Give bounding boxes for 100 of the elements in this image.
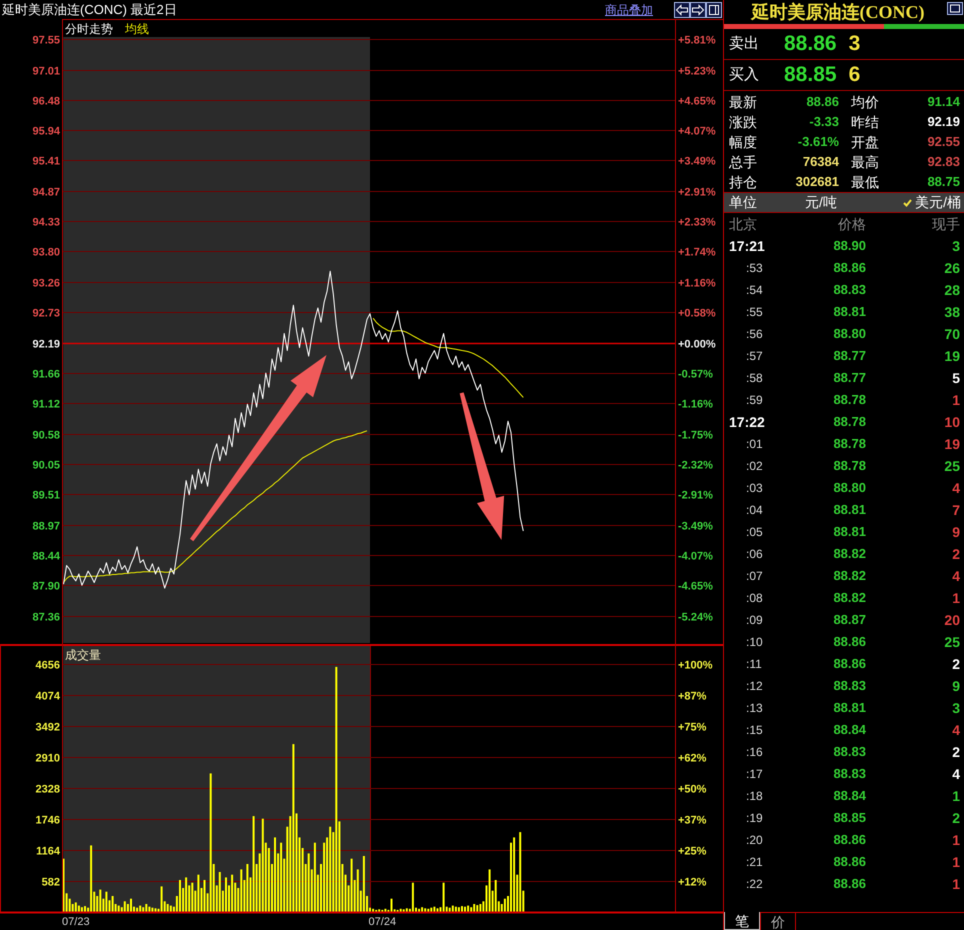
tick-price: 88.81	[832, 523, 866, 542]
maximize-icon[interactable]	[947, 2, 963, 15]
percent-axis-label: +1.74%	[678, 246, 716, 258]
overlay-link[interactable]: 商品叠加	[605, 4, 653, 16]
price-axis-label: 92.73	[32, 308, 60, 320]
volume-axis-label: 3492	[36, 722, 60, 734]
tick-price: 88.86	[832, 853, 866, 872]
tick-price: 88.86	[832, 259, 866, 278]
stat-value: 88.86	[805, 93, 839, 112]
price-axis-label: 90.05	[32, 460, 60, 472]
tick-volume: 28	[943, 280, 961, 300]
percent-axis-label: +75%	[678, 722, 706, 734]
tick-time: :54	[745, 282, 764, 299]
price-axis-label: 97.01	[32, 66, 60, 78]
tick-time: :01	[745, 436, 764, 453]
tick-price: 88.82	[832, 589, 866, 608]
tick-volume: 4	[951, 566, 961, 586]
tick-price: 88.86	[832, 655, 866, 674]
tick-time: :22	[745, 876, 764, 893]
tick-volume: 1	[951, 852, 961, 872]
price-axis-label: 95.41	[32, 156, 60, 168]
tick-price: 88.83	[832, 281, 866, 300]
tick-price: 88.78	[832, 413, 866, 432]
order-label: 买入	[728, 64, 760, 85]
percent-axis-label: +0.58%	[678, 308, 716, 320]
price-axis-label: 94.33	[32, 216, 60, 228]
tick-volume: 1	[951, 390, 961, 410]
tick-price: 88.77	[832, 347, 866, 366]
tick-time: :02	[745, 458, 764, 475]
tick-price: 88.81	[832, 303, 866, 322]
tick-time: :09	[745, 612, 764, 629]
percent-axis-label: -1.16%	[678, 398, 713, 410]
percent-axis-label: +5.23%	[678, 66, 716, 78]
percent-axis-label: -5.24%	[678, 612, 713, 624]
percent-axis-label: -2.32%	[678, 460, 713, 472]
tick-price: 88.84	[832, 721, 866, 740]
percent-axis-label: +0.00%	[678, 338, 716, 350]
stat-value: -3.33	[808, 113, 839, 132]
panel-tab[interactable]: 笔	[724, 912, 760, 930]
tick-volume: 19	[943, 434, 961, 454]
tick-price: 88.85	[832, 809, 866, 828]
tick-price: 88.78	[832, 457, 866, 476]
tick-time: :57	[745, 348, 764, 365]
unit-option[interactable]: 美元/桶	[903, 192, 964, 213]
right-arrow-icon[interactable]	[690, 2, 706, 18]
percent-axis-label: -1.75%	[678, 430, 713, 442]
price-axis-label: 87.90	[32, 580, 60, 592]
order-volume: 6	[848, 62, 860, 88]
percent-axis-label: +12%	[678, 876, 706, 888]
volume-axis-label: 4656	[36, 660, 60, 672]
tick-price: 88.86	[832, 875, 866, 894]
panel-layout-icon[interactable]	[706, 2, 722, 18]
stat-label: 最新	[729, 92, 758, 112]
stat-label: 幅度	[729, 132, 758, 152]
price-axis-label: 96.48	[32, 96, 60, 108]
stat-label: 开盘	[850, 132, 880, 152]
price-axis-label: 92.19	[32, 338, 60, 350]
percent-axis-label: -2.91%	[678, 490, 713, 502]
order-label: 卖出	[728, 34, 760, 54]
tick-volume: 70	[943, 324, 961, 344]
price-axis-label: 88.44	[32, 550, 60, 562]
tick-price: 88.84	[832, 787, 866, 806]
tick-price: 88.86	[832, 633, 866, 652]
tick-volume: 25	[943, 632, 961, 652]
tick-volume: 3	[951, 698, 961, 718]
order-price: 88.86	[784, 31, 837, 58]
price-axis-label: 94.87	[32, 186, 60, 198]
stat-value: 91.14	[926, 93, 961, 112]
stat-value: 92.83	[926, 153, 961, 172]
unit-option[interactable]: 元/吨	[786, 192, 856, 213]
price-axis-label: 90.58	[32, 430, 60, 442]
tick-volume: 7	[951, 500, 961, 520]
tick-time: :20	[745, 832, 764, 849]
tick-price: 88.81	[832, 699, 866, 718]
tick-time: :11	[745, 656, 763, 673]
price-axis-label: 97.55	[32, 34, 60, 46]
left-arrow-icon[interactable]	[674, 2, 690, 18]
price-axis-label: 93.26	[32, 278, 60, 290]
percent-axis-label: +5.81%	[678, 34, 716, 46]
percent-axis-label: +37%	[678, 814, 706, 826]
price-axis-label: 91.66	[32, 368, 60, 380]
tick-price: 88.90	[832, 237, 866, 256]
tick-time: :19	[745, 810, 764, 827]
tick-time: :53	[745, 260, 764, 277]
percent-axis-label: +100%	[678, 660, 713, 672]
panel-tab[interactable]: 价	[760, 912, 796, 930]
tick-time: :15	[745, 722, 764, 739]
percent-axis-label: -4.07%	[678, 550, 713, 562]
tick-price: 88.78	[832, 391, 866, 410]
percent-axis-label: +1.16%	[678, 278, 716, 290]
tick-time: :13	[745, 700, 764, 717]
stat-value: 76384	[802, 153, 839, 172]
tick-time: :03	[745, 480, 764, 497]
tick-volume: 20	[943, 610, 961, 630]
tick-time: :18	[745, 788, 764, 805]
tick-time: :58	[745, 370, 764, 387]
legend-label: 均线	[125, 22, 149, 36]
tick-time: :59	[745, 392, 764, 409]
tick-time: :17	[745, 766, 764, 783]
price-axis-label: 95.94	[32, 126, 60, 138]
